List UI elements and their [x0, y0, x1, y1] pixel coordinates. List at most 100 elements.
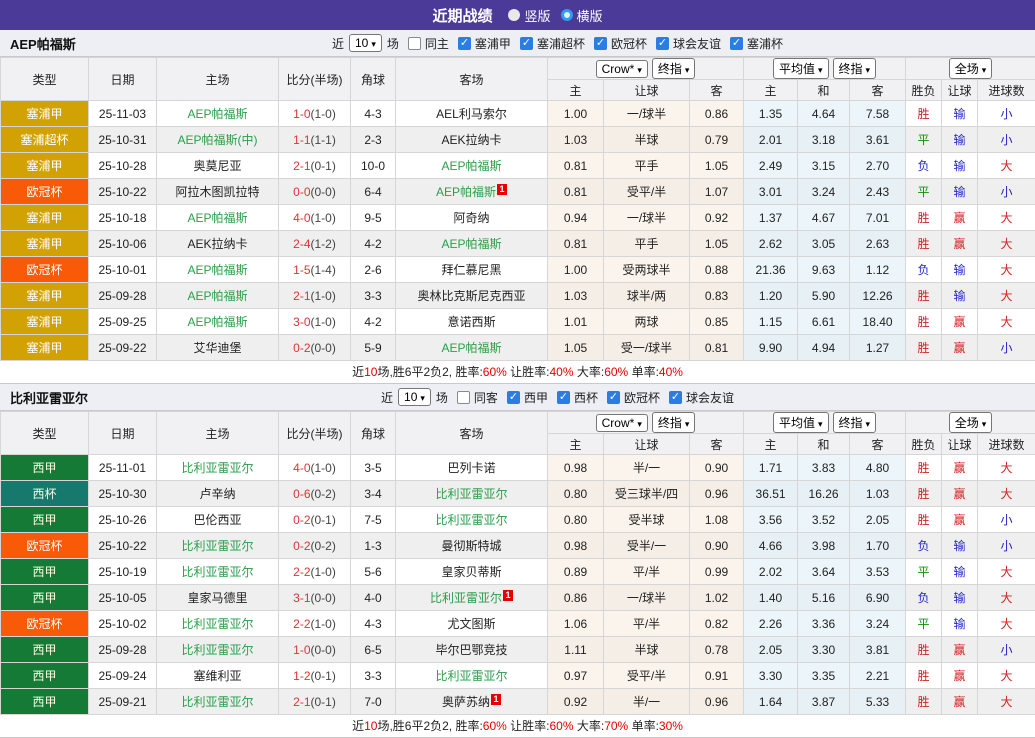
layout-radio-vertical[interactable]: 竖版: [508, 6, 550, 25]
home-team: 艾华迪堡: [193, 341, 241, 355]
score-cell: 0-0(0-0): [279, 179, 351, 205]
same-venue-checkbox[interactable]: [457, 391, 470, 404]
halftime-score: (1-0): [311, 565, 336, 579]
radio-vertical-icon[interactable]: [508, 9, 520, 21]
record-summary: 近10场,胜6平2负2, 胜率:60% 让胜率:60% 大率:70% 单率:30…: [0, 715, 1035, 738]
layout-radio-horizontal[interactable]: 横版: [561, 6, 603, 25]
away-team[interactable]: AEP帕福斯: [441, 159, 501, 173]
average-draw-odds: 16.26: [798, 481, 850, 507]
score-cell: 1-0(0-0): [279, 637, 351, 663]
average-select-0[interactable]: 平均值▾: [773, 58, 829, 79]
league-checkbox[interactable]: ✓: [656, 37, 669, 50]
crow-select-0[interactable]: Crow*▾: [596, 414, 648, 432]
same-venue-checkbox[interactable]: [408, 37, 421, 50]
league-checkbox[interactable]: ✓: [594, 37, 607, 50]
home-team[interactable]: AEP帕福斯: [187, 263, 247, 277]
match-row: 欧冠杯25-10-22比利亚雷亚尔0-2(0-2)1-3曼彻斯特城0.98受半/…: [1, 533, 1035, 559]
league-checkbox[interactable]: ✓: [520, 37, 533, 50]
fulltime-select-0[interactable]: 全场▾: [949, 58, 993, 79]
column-header: 主场: [157, 58, 279, 101]
home-team[interactable]: AEP帕福斯: [187, 211, 247, 225]
league-badge: 欧冠杯: [1, 533, 89, 559]
summary-segment: 60%: [483, 365, 507, 379]
result-handicap-label: 输: [954, 539, 966, 553]
radio-horizontal-icon[interactable]: [561, 9, 573, 21]
away-team-cell: 拜仁慕尼黑: [396, 257, 548, 283]
average-home-odds: 2.62: [744, 231, 798, 257]
away-team[interactable]: AEP帕福斯: [441, 237, 501, 251]
corner-count: 7-0: [351, 689, 396, 715]
league-badge: 西甲: [1, 559, 89, 585]
home-team[interactable]: AEP帕福斯: [187, 315, 247, 329]
home-team[interactable]: 比利亚雷亚尔: [181, 565, 253, 579]
match-row: 塞浦甲25-09-25AEP帕福斯3-0(1-0)4-2意诺西斯1.01两球0.…: [1, 309, 1035, 335]
result-handicap-label: 输: [954, 133, 966, 147]
home-team[interactable]: 比利亚雷亚尔: [181, 617, 253, 631]
average-draw-odds: 5.90: [798, 283, 850, 309]
average-home-odds: 1.20: [744, 283, 798, 309]
league-checkbox[interactable]: ✓: [557, 391, 570, 404]
crow-select-0[interactable]: Crow*▾: [596, 60, 648, 78]
result-handicap: 输: [942, 283, 978, 309]
result-wdl-label: 平: [918, 565, 930, 579]
crow-select-1[interactable]: 终指▾: [652, 58, 696, 79]
home-team[interactable]: 比利亚雷亚尔: [181, 643, 253, 657]
subcolumn-header: 主: [744, 80, 798, 101]
away-team[interactable]: AEP帕福斯: [436, 185, 496, 199]
result-handicap-label: 赢: [954, 643, 966, 657]
result-goals-label: 大: [1001, 289, 1013, 303]
league-checkbox[interactable]: ✓: [458, 37, 471, 50]
radio-horizontal-label[interactable]: 横版: [577, 6, 603, 25]
away-team[interactable]: 比利亚雷亚尔: [435, 669, 507, 683]
average-home-odds: 2.26: [744, 611, 798, 637]
home-team[interactable]: 比利亚雷亚尔: [181, 461, 253, 475]
result-over-under: 小: [978, 507, 1035, 533]
match-count-select[interactable]: 10▾: [349, 34, 382, 52]
league-checkbox[interactable]: ✓: [730, 37, 743, 50]
handicap-line: 球半/两: [604, 283, 690, 309]
league-checkbox[interactable]: ✓: [607, 391, 620, 404]
crow-home-odds: 0.92: [548, 689, 604, 715]
radio-vertical-label[interactable]: 竖版: [524, 6, 550, 25]
away-team-cell: 阿奇纳: [396, 205, 548, 231]
average-draw-odds: 3.52: [798, 507, 850, 533]
result-goals-label: 小: [1001, 643, 1013, 657]
league-badge-label: 塞浦甲: [26, 315, 62, 329]
crow-home-odds: 1.03: [548, 127, 604, 153]
home-team[interactable]: 比利亚雷亚尔: [181, 695, 253, 709]
result-handicap: 输: [942, 127, 978, 153]
fulltime-select-0[interactable]: 全场▾: [949, 412, 993, 433]
crow-select-1[interactable]: 终指▾: [652, 412, 696, 433]
league-checkbox[interactable]: ✓: [669, 391, 682, 404]
home-team-cell: 塞维利亚: [157, 663, 279, 689]
home-team[interactable]: 比利亚雷亚尔: [181, 539, 253, 553]
league-checkbox[interactable]: ✓: [507, 391, 520, 404]
crow-home-odds: 0.81: [548, 153, 604, 179]
result-handicap-label: 赢: [954, 211, 966, 225]
average-select-0[interactable]: 平均值▾: [773, 412, 829, 433]
match-row: 西甲25-09-24塞维利亚1-2(0-1)3-3比利亚雷亚尔0.97受平/半0…: [1, 663, 1035, 689]
result-over-under: 小: [978, 179, 1035, 205]
league-badge-label: 西杯: [32, 487, 56, 501]
average-select-1[interactable]: 终指▾: [833, 412, 877, 433]
average-home-odds: 3.56: [744, 507, 798, 533]
summary-segment: 大率:: [574, 365, 605, 379]
home-team[interactable]: AEP帕福斯(中): [177, 133, 257, 147]
average-home-odds: 9.90: [744, 335, 798, 361]
result-over-under: 大: [978, 309, 1035, 335]
average-select-1[interactable]: 终指▾: [833, 58, 877, 79]
away-team[interactable]: 比利亚雷亚尔: [435, 513, 507, 527]
match-count-select[interactable]: 10▾: [398, 388, 431, 406]
match-date: 25-09-24: [89, 663, 157, 689]
crow-select-0-value: Crow*: [602, 62, 635, 76]
handicap-line: 受两球半: [604, 257, 690, 283]
result-handicap-label: 赢: [954, 237, 966, 251]
home-team[interactable]: AEP帕福斯: [187, 107, 247, 121]
away-team[interactable]: 比利亚雷亚尔: [430, 591, 502, 605]
away-team[interactable]: 比利亚雷亚尔: [435, 487, 507, 501]
column-header: 类型: [1, 412, 89, 455]
column-header: 角球: [351, 58, 396, 101]
home-team[interactable]: AEP帕福斯: [187, 289, 247, 303]
away-team[interactable]: AEP帕福斯: [441, 341, 501, 355]
away-team: AEL利马索尔: [436, 107, 507, 121]
